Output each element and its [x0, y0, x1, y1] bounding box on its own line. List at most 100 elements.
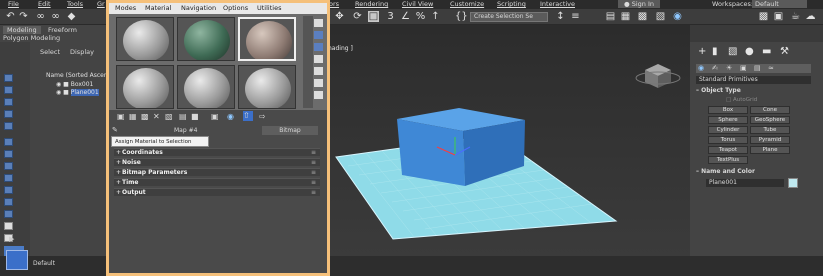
plane-button[interactable]: Plane [750, 146, 790, 154]
filter-bones-icon[interactable] [4, 174, 13, 182]
scale-icon[interactable]: □ [368, 11, 379, 22]
autogrid-checkbox[interactable]: □ AutoGrid [726, 97, 757, 103]
menu-navigation[interactable]: Navigation [181, 4, 216, 12]
render-icon[interactable]: ☕ [790, 11, 801, 22]
layer-name[interactable]: Default [33, 260, 55, 267]
geosphere-button[interactable]: GeoSphere [750, 116, 790, 124]
redo-icon[interactable]: ↷ [18, 11, 29, 22]
schematic-view-icon[interactable]: ▧ [655, 11, 666, 22]
sign-in-button[interactable]: ● Sign In [618, 0, 661, 8]
menu-modes[interactable]: Modes [115, 4, 136, 12]
filter-cameras-icon[interactable] [4, 110, 13, 118]
assign-to-selection-icon[interactable]: ▩ [141, 112, 149, 121]
map-name[interactable]: Map #4 [174, 127, 197, 134]
filter-spacewarps-icon[interactable] [4, 138, 13, 146]
sample-slot-active[interactable] [238, 17, 296, 61]
object-name-field[interactable]: Plane001 [706, 179, 784, 187]
object-color-swatch[interactable] [788, 178, 798, 188]
menu-tools[interactable]: Tools [67, 0, 83, 8]
layer-explorer-icon[interactable]: ▤ [605, 11, 616, 22]
percent-snap-icon[interactable]: % [415, 11, 426, 22]
spacewarps-icon[interactable]: ≈ [768, 64, 774, 72]
viewcube[interactable] [635, 64, 681, 88]
menu-interactive[interactable]: Interactive [540, 0, 575, 8]
filter-shapes-icon[interactable] [4, 86, 13, 94]
bitmap-type-button[interactable]: Bitmap [262, 126, 318, 135]
go-forward-icon[interactable]: ⇨ [259, 112, 266, 121]
sample-slot[interactable] [177, 65, 235, 109]
backlight-icon[interactable] [314, 31, 323, 39]
scene-column-header[interactable]: Name (Sorted Ascen [46, 72, 108, 79]
video-check-icon[interactable] [314, 67, 323, 75]
rollout-noise[interactable]: +Noise ≡ [114, 158, 320, 166]
go-to-parent-icon[interactable]: ⇧ [243, 111, 253, 121]
render-online-icon[interactable]: ☁ [805, 11, 816, 22]
get-material-icon[interactable]: ▣ [117, 112, 125, 121]
show-end-result-icon[interactable]: ◉ [227, 112, 234, 121]
list-item[interactable]: ◉ ■ Box001 [56, 81, 93, 88]
hierarchy-tab-icon[interactable]: ▧ [728, 46, 737, 57]
unlink-icon[interactable]: ∞ [50, 11, 61, 22]
angle-snap-icon[interactable]: ∠ [400, 11, 411, 22]
rollout-coordinates[interactable]: +Coordinates ≡ [114, 148, 320, 156]
menu-edit[interactable]: Edit [38, 0, 51, 8]
tube-button[interactable]: Tube [750, 126, 790, 134]
reset-map-icon[interactable]: ✕ [153, 112, 160, 121]
material-id-icon[interactable]: ■ [191, 112, 199, 121]
menu-civil-view[interactable]: Civil View [402, 0, 433, 8]
filter-containers-icon[interactable] [4, 186, 13, 194]
bind-icon[interactable]: ◆ [66, 11, 77, 22]
background-icon[interactable] [314, 43, 323, 51]
teapot-button[interactable]: Teapot [708, 146, 748, 154]
menu-scripting[interactable]: Scripting [497, 0, 526, 8]
menu-customize[interactable]: Customize [450, 0, 484, 8]
tab-freeform[interactable]: Freeform [48, 26, 77, 34]
textplus-button[interactable]: TextPlus [708, 156, 748, 164]
material-editor-icon[interactable]: ◉ [672, 11, 683, 22]
put-to-scene-icon[interactable]: ▦ [129, 112, 137, 121]
torus-button[interactable]: Torus [708, 136, 748, 144]
sample-slot[interactable] [116, 65, 174, 109]
motion-tab-icon[interactable]: ● [745, 46, 754, 57]
edit-named-sets-icon[interactable]: {} [455, 11, 468, 22]
box-button[interactable]: Box [708, 106, 748, 114]
cameras-icon[interactable]: ▣ [740, 64, 747, 72]
filter-all-icon[interactable] [4, 222, 13, 230]
selection-set-dropdown[interactable]: Create Selection Se [470, 12, 548, 22]
scene-select-menu[interactable]: Select [40, 48, 60, 56]
menu-utilities[interactable]: Utilities [257, 4, 281, 12]
filter-geometry-icon[interactable] [4, 74, 13, 82]
cylinder-button[interactable]: Cylinder [708, 126, 748, 134]
layer-icon[interactable] [6, 250, 28, 270]
make-preview-icon[interactable] [314, 79, 323, 87]
geometry-icon[interactable]: ◉ [698, 64, 704, 72]
scene-display-menu[interactable]: Display [70, 48, 94, 56]
list-item[interactable]: ◉ ■ Plane001 [56, 89, 99, 96]
helpers-icon[interactable]: ▤ [754, 64, 761, 72]
menu-options[interactable]: Options [223, 4, 248, 12]
filter-frozen-icon[interactable] [4, 198, 13, 206]
lights-icon[interactable]: ☀ [726, 64, 732, 72]
tab-modeling[interactable]: Modeling [3, 26, 41, 34]
menu-rendering[interactable]: Rendering [355, 0, 388, 8]
menu-group[interactable]: Gr [97, 0, 105, 8]
eye-icon[interactable]: ◉ [56, 89, 61, 96]
shapes-icon[interactable]: ✍ [712, 64, 718, 72]
sample-scrollbar[interactable] [303, 16, 313, 108]
filter-xrefs-icon[interactable] [4, 162, 13, 170]
menu-file[interactable]: File [8, 0, 19, 8]
filter-hidden-icon[interactable] [4, 210, 13, 218]
sample-slot[interactable] [238, 65, 296, 109]
snap-icon[interactable]: 3 [385, 11, 396, 22]
undo-icon[interactable]: ↶ [5, 11, 16, 22]
align-icon[interactable]: ≡ [570, 11, 581, 22]
cone-button[interactable]: Cone [750, 106, 790, 114]
expand-arrow-icon[interactable]: ▶ [9, 235, 14, 243]
rollout-output[interactable]: +Output ≡ [114, 188, 320, 196]
link-icon[interactable]: ∞ [35, 11, 46, 22]
filter-lights-icon[interactable] [4, 98, 13, 106]
render-setup-icon[interactable]: ▩ [758, 11, 769, 22]
sample-slot[interactable] [116, 17, 174, 61]
sample-type-icon[interactable] [314, 19, 323, 27]
mirror-icon[interactable]: ↕ [555, 11, 566, 22]
